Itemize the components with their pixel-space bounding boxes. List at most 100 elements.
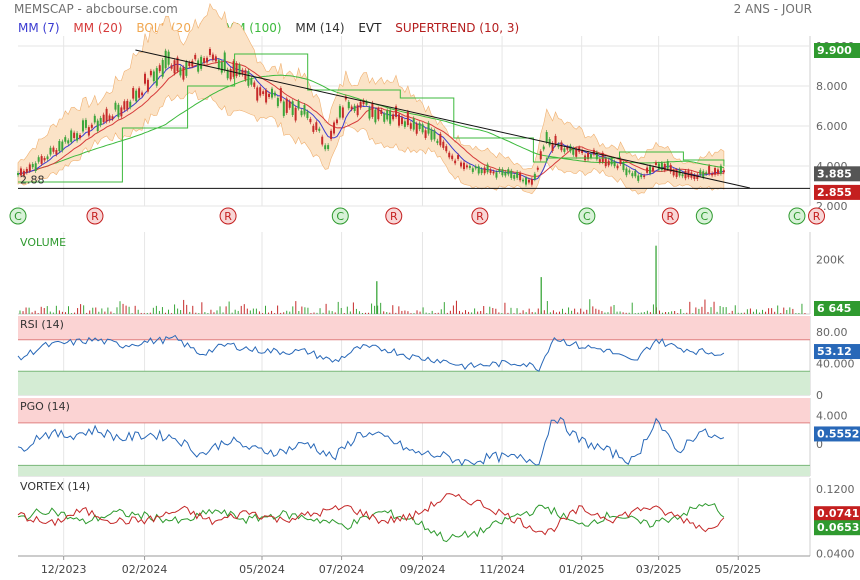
candle-body [705,172,708,174]
candle-body [135,90,138,102]
candle-body [294,107,297,121]
candle-body [462,162,465,170]
candle-body [185,61,188,76]
candle-body [699,170,702,175]
candle-body [73,132,76,138]
candle-body [158,65,161,72]
candle-body [504,171,507,176]
candle-body [123,101,126,110]
candle-body [572,148,575,155]
candle-body [259,87,262,96]
candle-body [406,111,409,126]
candle-body [415,123,418,134]
candle-body [102,114,105,123]
candle-body [93,115,96,123]
chart-svg: 12/2023 02/2024 05/2024 07/2024 09/2024 11/20… [9,2,860,576]
candle-body [501,169,504,176]
candle-body [108,115,111,121]
candle-body [191,60,194,67]
candle-body [569,145,572,152]
candle-body [173,60,176,74]
candle-body [87,127,90,136]
candle-body [427,122,430,134]
candle-body [279,88,282,102]
candle-body [31,164,34,168]
candle-body [445,146,448,152]
vortex-title: VORTEX (14) [20,480,90,493]
candle-body [117,104,120,118]
candle-body [460,162,463,167]
support-label: 2.88 [20,173,45,186]
volume-last-label: 6 645 [817,302,851,315]
pgo-tick-label: 4.000 [816,410,848,423]
candle-body [392,114,395,120]
trend-line [135,49,751,189]
candle-body [507,169,510,175]
candle-body [49,147,52,155]
candle-body [716,169,719,174]
x-tick-label: 09/2024 [400,563,446,576]
candle-body [477,166,480,174]
candle-body [353,105,356,112]
candle-body [55,150,58,155]
candle-body [486,164,489,173]
candle-body [643,175,646,178]
candle-body [214,56,217,62]
candle-body [492,171,495,174]
candle-body [235,63,238,77]
vortex-plus-label: 0.0653 [817,521,859,534]
candle-body [37,157,40,162]
rsi-title: RSI (14) [20,318,64,331]
candle-body [200,56,203,69]
candle-body [155,68,158,86]
candle-body [28,164,31,172]
x-tick-label: 01/2025 [559,563,605,576]
pgo-last-label: 0.5552 [817,427,859,440]
candle-body [714,168,717,175]
candle-body [70,130,73,142]
candle-body [616,165,619,169]
x-tick-label: 03/2025 [636,563,682,576]
candle-body [164,50,167,69]
candle-body [604,158,607,167]
candle-body [333,122,336,134]
candle-body [247,71,250,86]
candle-body [111,116,114,120]
candle-body [592,149,595,155]
candle-body [256,87,259,101]
vortex-tick-label: 0.1200 [816,483,855,496]
candle-body [262,91,265,95]
x-tick-label: 07/2024 [319,563,365,576]
candle-body [708,165,711,174]
candle-body [105,108,108,122]
x-tick-label: 05/2024 [239,563,285,576]
candle-body [412,118,415,130]
candle-body [126,100,129,110]
candle-body [542,146,545,150]
candle-body [377,108,380,120]
candle-body [383,113,386,122]
candle-body [454,160,457,164]
signal-label: C [14,210,22,223]
candle-body [211,54,214,60]
candle-body [513,175,516,179]
candle-body [374,109,377,123]
candle-body [52,147,55,152]
candle-body [628,170,631,173]
signal-label: C [583,210,591,223]
candle-body [719,165,722,174]
candle-body [330,130,333,140]
candle-body [634,170,637,177]
signal-label: R [91,210,99,223]
candle-body [138,88,141,98]
candle-body [300,110,303,116]
candle-body [545,132,548,142]
candle-body [229,69,232,80]
vortex-line-plus [17,502,725,543]
candle-body [297,101,300,109]
candle-body [442,141,445,148]
candle-body [646,167,649,173]
pgo-title: PGO (14) [20,400,70,413]
candle-body [208,48,211,56]
candle-body [681,174,684,177]
